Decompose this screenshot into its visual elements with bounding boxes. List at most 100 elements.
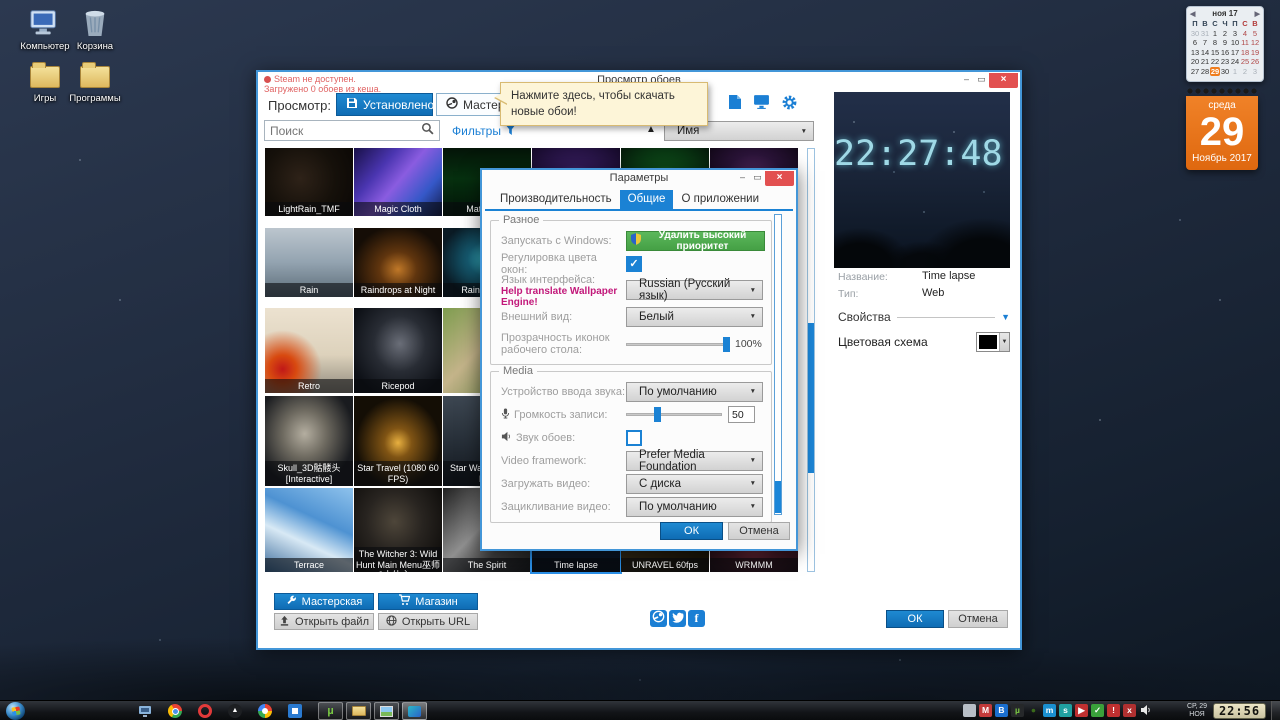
ok-button[interactable]: ОК — [886, 610, 944, 628]
taskbar-wallpaper-engine-button[interactable] — [402, 702, 427, 720]
shop-button[interactable]: Магазин — [378, 593, 478, 610]
taskbar-google-icon[interactable] — [258, 704, 272, 718]
maxthon-icon[interactable]: m — [1043, 704, 1056, 717]
maximize-button[interactable]: ▭ — [750, 171, 765, 185]
search-input[interactable] — [270, 124, 421, 138]
tray-clock[interactable]: 22:56 — [1213, 703, 1266, 719]
calendar-day-cell[interactable]: 16 — [1220, 48, 1230, 58]
audio-input-select[interactable]: По умолчанию ▼ — [626, 382, 763, 402]
calendar-day-cell[interactable]: 21 — [1200, 57, 1210, 67]
language-select[interactable]: Russian (Русский язык) ▼ — [626, 280, 763, 300]
calendar-day-cell[interactable]: 20 — [1190, 57, 1200, 67]
calendar-day-cell[interactable]: 22 — [1210, 57, 1220, 67]
calendar-day-cell[interactable]: 29 — [1210, 67, 1220, 77]
record-volume-slider[interactable] — [626, 407, 722, 422]
tab-about[interactable]: О приложении — [673, 190, 767, 209]
taskbar-chrome-icon[interactable] — [168, 704, 182, 718]
dialog-scrollbar-thumb[interactable] — [775, 481, 781, 513]
taskbar-opera-icon[interactable] — [198, 704, 212, 718]
calendar-day-cell[interactable]: 3 — [1230, 29, 1240, 39]
new-wallpaper-icon[interactable] — [728, 94, 742, 116]
close-button[interactable]: × — [989, 73, 1018, 88]
video-app-icon[interactable]: ▶ — [1075, 704, 1088, 717]
tab-general[interactable]: Общие — [620, 190, 674, 209]
load-video-select[interactable]: С диска ▼ — [626, 474, 763, 494]
wallpaper-tile[interactable]: Rain — [265, 228, 353, 297]
calendar-day-cell[interactable]: 25 — [1240, 57, 1250, 67]
wallpaper-tile[interactable]: Ricepod — [354, 308, 442, 393]
calendar-day-cell[interactable]: 1 — [1230, 67, 1240, 77]
calendar-day-cell[interactable]: 10 — [1230, 38, 1240, 48]
calendar-day-cell[interactable]: 19 — [1250, 48, 1260, 58]
wallpaper-tile[interactable]: Magic Cloth — [354, 148, 442, 216]
calendar-day-cell[interactable]: 2 — [1220, 29, 1230, 39]
displays-icon[interactable] — [753, 94, 770, 116]
open-url-button[interactable]: Открыть URL — [378, 613, 478, 630]
media-app-icon[interactable]: M — [979, 704, 992, 717]
steam-social-button[interactable] — [650, 610, 667, 627]
calendar-day-cell[interactable]: 2 — [1240, 67, 1250, 77]
calendar-day-cell[interactable]: 30 — [1220, 67, 1230, 77]
maximize-button[interactable]: ▭ — [974, 73, 989, 87]
tray-date[interactable]: СР, 29 НОЯ — [1184, 703, 1210, 719]
tool-icon[interactable]: x — [1123, 704, 1136, 717]
show-desktop-button[interactable] — [1271, 701, 1280, 720]
calendar-day-cell[interactable]: 5 — [1250, 29, 1260, 39]
desktop-icon-recycle-bin[interactable]: Корзина — [58, 8, 132, 52]
color-scheme-picker[interactable]: ▼ — [976, 332, 1010, 352]
desktop-icon-programs[interactable]: Программы — [58, 60, 132, 104]
calendar-day-cell[interactable]: 27 — [1190, 67, 1200, 77]
taskbar-explorer-button[interactable] — [346, 702, 371, 720]
remove-high-priority-button[interactable]: Удалить высокий приоритет — [626, 231, 765, 251]
wallpaper-tile[interactable]: Terrace — [265, 488, 353, 572]
wallpaper-tile[interactable]: The Witcher 3: Wild Hunt Main Menu巫师3本体主… — [354, 488, 442, 572]
calendar-day-cell[interactable]: 7 — [1200, 38, 1210, 48]
calendar-prev-icon[interactable]: ◀ — [1190, 10, 1195, 18]
calendar-day-cell[interactable]: 11 — [1240, 38, 1250, 48]
alert-flag-icon[interactable]: ! — [1107, 704, 1120, 717]
bluetooth-icon[interactable]: B — [995, 704, 1008, 717]
wallpaper-tile[interactable]: Skull_3D骷髅头 [Interactive] — [265, 396, 353, 486]
taskbar-mediaget-icon[interactable]: ▲ — [228, 704, 242, 718]
workshop-button[interactable]: Мастерская — [274, 593, 374, 610]
calendar-day-cell[interactable]: 24 — [1230, 57, 1240, 67]
start-button[interactable] — [6, 702, 25, 720]
cancel-button[interactable]: Отмена — [948, 610, 1008, 628]
calendar-day-cell[interactable]: 30 — [1190, 29, 1200, 39]
wallpaper-tile[interactable]: Star Travel (1080 60 FPS) — [354, 396, 442, 486]
utorrent-tray-icon[interactable]: µ — [1011, 704, 1024, 717]
calendar-day-cell[interactable]: 13 — [1190, 48, 1200, 58]
minimize-button[interactable]: – — [735, 171, 750, 185]
antivirus-icon[interactable]: ✓ — [1091, 704, 1104, 717]
translate-link[interactable]: Help translate Wallpaper Engine! — [501, 286, 626, 308]
calendar-day-cell[interactable]: 31 — [1200, 29, 1210, 39]
grid-scrollbar-thumb[interactable] — [808, 323, 814, 473]
dialog-cancel-button[interactable]: Отмена — [728, 522, 790, 540]
calendar-day-cell[interactable]: 28 — [1200, 67, 1210, 77]
filters-button[interactable]: Фильтры — [452, 124, 516, 138]
calendar-day-cell[interactable]: 9 — [1220, 38, 1230, 48]
tab-installed[interactable]: Установлено — [336, 93, 433, 116]
calendar-day-cell[interactable]: 12 — [1250, 38, 1260, 48]
taskbar-utorrent-button[interactable]: µ — [318, 702, 343, 720]
wallpaper-tile[interactable]: Raindrops at Night — [354, 228, 442, 297]
record-volume-input[interactable] — [728, 406, 755, 423]
chevron-down-icon[interactable]: ▼ — [1001, 312, 1010, 322]
calendar-next-icon[interactable]: ▶ — [1255, 10, 1260, 18]
update-icon[interactable]: ● — [1027, 704, 1040, 717]
calendar-day-cell[interactable]: 17 — [1230, 48, 1240, 58]
video-framework-select[interactable]: Prefer Media Foundation ▼ — [626, 451, 763, 471]
minimize-button[interactable]: – — [959, 73, 974, 87]
calendar-day-cell[interactable]: 15 — [1210, 48, 1220, 58]
window-color-checkbox[interactable]: ✓ — [626, 256, 642, 272]
calendar-day-cell[interactable]: 18 — [1240, 48, 1250, 58]
calendar-day-cell[interactable]: 3 — [1250, 67, 1260, 77]
dialog-ok-button[interactable]: ОК — [660, 522, 723, 540]
open-file-button[interactable]: Открыть файл — [274, 613, 374, 630]
calendar-day-cell[interactable]: 4 — [1240, 29, 1250, 39]
search-icon[interactable] — [421, 122, 434, 140]
calendar-day-cell[interactable]: 8 — [1210, 38, 1220, 48]
calendar-day-cell[interactable]: 26 — [1250, 57, 1260, 67]
wallpaper-tile[interactable]: LightRain_TMF — [265, 148, 353, 216]
tab-performance[interactable]: Производительность — [492, 190, 620, 209]
